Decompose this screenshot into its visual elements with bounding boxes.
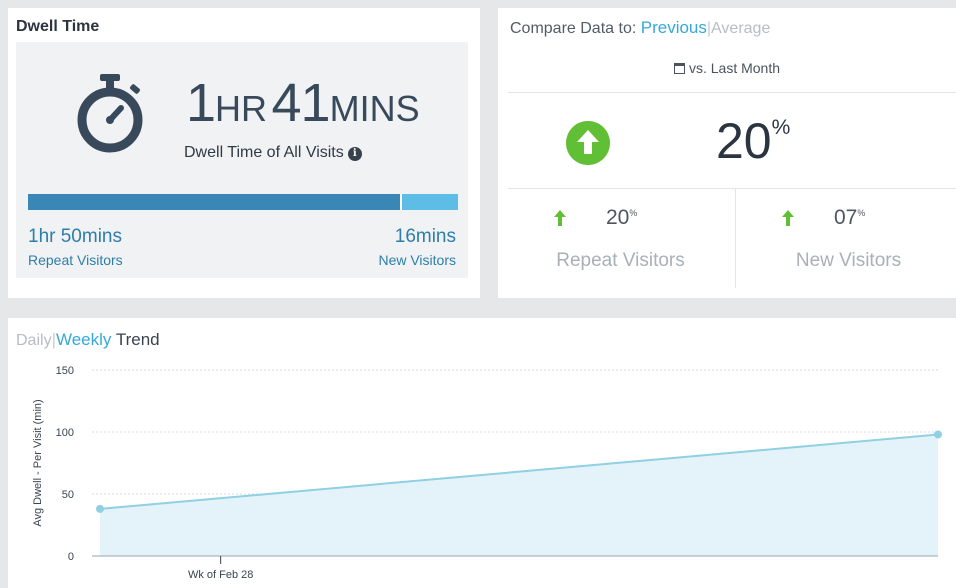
repeat-change-value: 20 — [606, 206, 630, 229]
total-dwell-time: 1HR 41MINS — [186, 72, 420, 134]
dwell-time-title: Dwell Time — [16, 18, 100, 35]
trend-chart: 0 50 100 150 Wk of Feb 28 Avg Dwell - Per Vis… — [32, 365, 942, 581]
area-fill — [100, 434, 938, 556]
data-point — [934, 430, 942, 439]
new-visitors-compare-label: New Visitors — [795, 250, 902, 271]
y-tick-label: 100 — [56, 427, 74, 439]
new-change-value: 07 — [834, 206, 858, 229]
total-change-percent: 20% — [716, 112, 790, 170]
trend-card: Daily|Weekly Trend 0 50 100 150 Wk of Feb 28… — [8, 318, 956, 588]
new-visitors-value: 16mins — [394, 226, 456, 247]
total-change-value: 20 — [716, 113, 772, 169]
y-tick-label: 0 — [68, 551, 74, 563]
minutes-unit: MINS — [329, 88, 420, 129]
percent-sign: % — [629, 207, 638, 218]
dwell-split-bar — [28, 194, 458, 210]
arrow-up-icon — [554, 210, 566, 226]
new-visitors-change: 07% New Visitors — [735, 188, 956, 288]
hours-unit: HR — [215, 88, 268, 129]
compare-header: Compare Data to: Previous|Average — [510, 18, 770, 38]
compare-option-previous[interactable]: Previous — [641, 18, 707, 37]
dwell-subtitle: Dwell Time of All Visits i — [184, 144, 362, 162]
repeat-visitors-change: 20% Repeat Visitors — [508, 188, 733, 288]
repeat-change-percent: 20% — [606, 206, 637, 230]
minutes-number: 41 — [271, 73, 331, 133]
new-visitors-label: New Visitors — [378, 252, 456, 268]
y-axis-label: Avg Dwell - Per Visit (min) — [32, 399, 44, 526]
repeat-visitors-value: 1hr 50mins — [28, 226, 122, 247]
dwell-summary-panel: 1HR 41MINS Dwell Time of All Visits i 1hr… — [16, 42, 468, 278]
arrow-up-icon — [782, 210, 794, 226]
repeat-visitors-compare-label: Repeat Visitors — [556, 250, 685, 271]
x-tick-label: Wk of Feb 28 — [188, 569, 253, 581]
dwell-subtitle-text: Dwell Time of All Visits — [184, 144, 344, 161]
divider — [508, 92, 956, 93]
new-change-percent: 07% — [834, 206, 865, 230]
percent-sign: % — [857, 207, 866, 218]
compare-option-average[interactable]: Average — [711, 20, 770, 37]
hours-number: 1 — [186, 73, 216, 133]
arrow-up-circle-icon — [566, 121, 610, 165]
y-tick-label: 150 — [56, 365, 74, 377]
repeat-visitors-bar-segment — [28, 194, 403, 210]
repeat-visitors-label: Repeat Visitors — [28, 252, 123, 268]
comparison-period-label: vs. Last Month — [688, 60, 781, 76]
compare-data-card: Compare Data to: Previous|Average vs. La… — [498, 8, 956, 298]
stopwatch-icon — [77, 74, 143, 153]
data-point — [96, 504, 104, 513]
info-icon[interactable]: i — [347, 147, 362, 161]
comparison-period: vs. Last Month — [498, 60, 956, 76]
y-tick-label: 50 — [62, 489, 74, 501]
percent-sign: % — [771, 116, 791, 140]
calendar-icon — [673, 63, 685, 74]
compare-prefix: Compare Data to: — [510, 20, 637, 37]
dwell-time-card: Dwell Time 1HR 41MINS Dwell Time of All … — [8, 8, 480, 298]
